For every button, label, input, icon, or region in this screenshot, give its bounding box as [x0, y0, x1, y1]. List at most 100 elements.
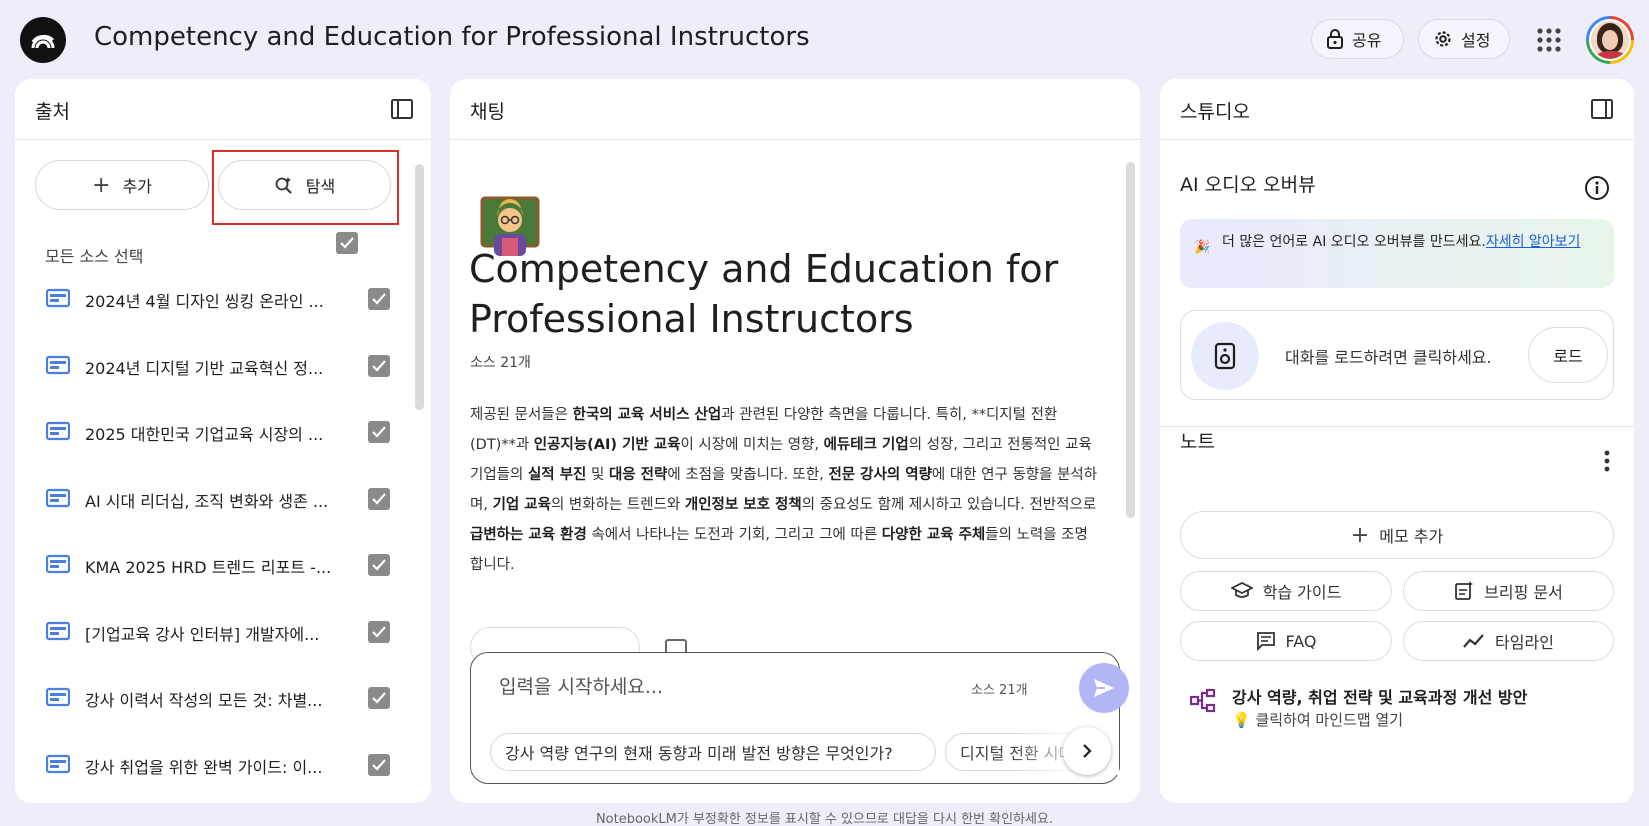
chat-input[interactable] [499, 672, 939, 702]
source-label: AI 시대 리더십, 조직 변화와 생존 ... [85, 491, 329, 511]
document-icon [46, 488, 70, 507]
sources-scrollbar[interactable] [415, 164, 424, 410]
select-all-label: 모든 소스 선택 [45, 247, 144, 266]
promo-text: 더 많은 언어로 AI 오디오 오버뷰를 만드세요. [1222, 234, 1486, 250]
collapse-panel-icon[interactable] [1590, 97, 1614, 121]
studio-title: 스튜디오 [1180, 101, 1250, 123]
chat-header: 채팅 [450, 79, 1140, 140]
avatar[interactable] [1586, 16, 1634, 64]
document-icon [46, 687, 70, 707]
share-button[interactable]: 공유 [1311, 19, 1404, 59]
faq-button[interactable]: FAQ [1180, 621, 1392, 661]
study-guide-label: 학습 가이드 [1262, 583, 1342, 602]
settings-button[interactable]: 설정 [1418, 19, 1510, 59]
gear-icon [1435, 31, 1451, 47]
document-icon [46, 288, 70, 308]
audio-overview-card: 대화를 로드하려면 클릭하세요. 로드 [1180, 310, 1614, 400]
disclaimer-footer: NotebookLM가 부정확한 정보를 표시할 수 있으므로 대답을 다시 한… [595, 812, 1054, 826]
timeline-button[interactable]: 타임라인 [1403, 621, 1614, 661]
composer-source-count: 소스 21개 [971, 683, 1028, 698]
collapse-panel-icon[interactable] [390, 97, 414, 121]
source-label: 강사 취업을 위한 완벽 가이드: 이... [85, 757, 323, 777]
chat-title: 채팅 [470, 101, 505, 123]
apps-grid-icon[interactable] [1535, 26, 1563, 54]
source-checkbox[interactable] [368, 554, 390, 576]
source-item[interactable]: KMA 2025 HRD 트렌드 리포트 -... [46, 545, 390, 585]
studio-panel: 스튜디오 AI 오디오 오버뷰 🎉 더 많은 언어로 AI 오디오 오버뷰를 만… [1160, 79, 1634, 803]
faq-label: FAQ [1285, 631, 1317, 651]
info-icon[interactable] [1584, 175, 1610, 201]
chat-panel: 채팅 Competency and Education for Professi… [450, 79, 1140, 803]
chat-scrollbar[interactable] [1126, 162, 1135, 518]
speaker-icon [1191, 322, 1259, 390]
next-suggestions-button[interactable] [1063, 727, 1111, 775]
source-label: 2024년 디지털 기반 교육혁신 정... [85, 358, 324, 378]
chevron-right-icon [1083, 744, 1092, 758]
add-source-button[interactable]: + 추가 [35, 160, 209, 210]
source-checkbox[interactable] [368, 753, 390, 776]
add-memo-label: 메모 추가 [1379, 527, 1444, 546]
chat-composer: 소스 21개 강사 역량 연구의 현재 동향과 미래 발전 방향은 무엇인가? … [470, 652, 1129, 784]
add-memo-button[interactable]: + 메모 추가 [1180, 511, 1614, 559]
source-checkbox[interactable] [368, 687, 390, 709]
source-item[interactable]: 2024년 디지털 기반 교육혁신 정... [46, 346, 390, 386]
select-all-checkbox[interactable] [336, 232, 358, 254]
document-icon [46, 754, 70, 773]
divider [1160, 426, 1634, 427]
chat-list-icon [1256, 632, 1275, 651]
source-checkbox[interactable] [368, 288, 390, 310]
timeline-label: 타임라인 [1495, 633, 1554, 652]
send-button[interactable] [1079, 663, 1129, 713]
briefing-doc-button[interactable]: 브리핑 문서 [1403, 571, 1614, 611]
sources-panel: 출처 + 추가 탐색 모든 소스 선택 2024년 4월 디자인 씽킹 온라인 … [15, 79, 431, 803]
source-item[interactable]: AI 시대 리더십, 조직 변화와 생존 ... [46, 479, 390, 519]
notes-title: 노트 [1180, 431, 1215, 453]
source-checkbox[interactable] [368, 354, 390, 377]
mindmap-icon [1190, 688, 1216, 713]
notebook-title[interactable]: Competency and Education for Professiona… [94, 22, 810, 52]
highlight-box [212, 150, 399, 225]
source-item[interactable]: 강사 이력서 작성의 모든 것: 차별... [46, 678, 390, 718]
note-title: 강사 역량, 취업 전략 및 교육과정 개선 방안 [1232, 688, 1528, 707]
lock-icon [1327, 29, 1343, 49]
source-label: [기업교육 강사 인터뷰] 개발자에... [85, 624, 320, 644]
learn-more-link[interactable]: 자세히 알아보기 [1486, 234, 1581, 250]
source-label: 강사 이력서 작성의 모든 것: 차별... [85, 691, 323, 710]
study-guide-button[interactable]: 학습 가이드 [1180, 571, 1392, 611]
source-item[interactable]: 강사 취업을 위한 완벽 가이드: 이... [46, 745, 390, 785]
studio-header: 스튜디오 [1160, 79, 1634, 140]
more-vert-icon[interactable] [1604, 449, 1610, 473]
document-icon [46, 621, 70, 640]
load-button[interactable]: 로드 [1528, 327, 1608, 383]
add-source-label: 추가 [122, 177, 152, 196]
timeline-icon [1463, 634, 1484, 648]
graduation-cap-icon [1230, 582, 1253, 598]
suggestion-chip[interactable]: 강사 역량 연구의 현재 동향과 미래 발전 방향은 무엇인가? [490, 733, 936, 771]
source-checkbox[interactable] [368, 487, 390, 510]
lightbulb-icon: 💡 [1232, 711, 1256, 729]
sources-header: 출처 [15, 79, 431, 140]
briefing-label: 브리핑 문서 [1484, 583, 1563, 602]
plus-icon: + [92, 172, 111, 198]
source-count: 소스 21개 [470, 355, 531, 371]
audio-promo-banner: 🎉 더 많은 언어로 AI 오디오 오버뷰를 만드세요.자세히 알아보기 [1180, 219, 1614, 288]
sources-title: 출처 [35, 101, 70, 123]
source-item[interactable]: [기업교육 강사 인터뷰] 개발자에... [46, 612, 390, 652]
source-item[interactable]: 2024년 4월 디자인 씽킹 온라인 ... [46, 279, 390, 319]
source-item[interactable]: 2025 대한민국 기업교육 시장의 ... [46, 412, 390, 452]
note-subtitle: 💡 클릭하여 마인드맵 열기 [1232, 711, 1403, 729]
audio-load-text: 대화를 로드하려면 클릭하세요. [1285, 348, 1492, 367]
note-item[interactable]: 강사 역량, 취업 전략 및 교육과정 개선 방안 💡 클릭하여 마인드맵 열기 [1190, 684, 1610, 734]
source-label: 2025 대한민국 기업교육 시장의 ... [85, 425, 324, 444]
plus-icon: + [1350, 522, 1370, 548]
document-sparkle-icon [1455, 581, 1474, 600]
document-icon [46, 355, 70, 374]
top-bar: Competency and Education for Professiona… [0, 0, 1649, 80]
document-icon [46, 421, 70, 441]
notebooklm-logo-icon[interactable] [20, 17, 66, 63]
source-checkbox[interactable] [368, 620, 390, 643]
audio-overview-title: AI 오디오 오버뷰 [1180, 174, 1316, 196]
source-label: KMA 2025 HRD 트렌드 리포트 -... [85, 558, 332, 577]
source-checkbox[interactable] [368, 421, 390, 443]
document-icon [46, 554, 70, 574]
